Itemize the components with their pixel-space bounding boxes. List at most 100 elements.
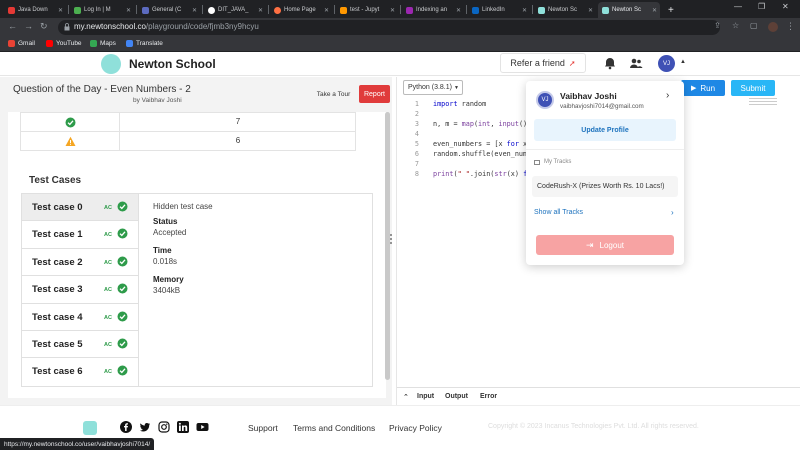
chevron-up-icon[interactable]: ⌃	[403, 393, 409, 401]
bookmark-star-icon[interactable]: ☆	[732, 21, 739, 30]
test-case-item[interactable]: Test case 2 AC	[22, 248, 138, 277]
line-number: 1	[414, 100, 419, 108]
browser-tab[interactable]: LinkedIn ✕	[468, 2, 530, 18]
tab-title: Log In | M	[84, 7, 111, 13]
editor-minimap[interactable]	[749, 98, 777, 110]
tab-output[interactable]: Output	[445, 393, 468, 400]
memory-value: 3404kB	[153, 286, 181, 295]
facebook-icon[interactable]	[120, 421, 132, 433]
browser-menu-icon[interactable]: ⋮	[786, 21, 795, 32]
track-item[interactable]: CodeRush-X (Prizes Worth Rs. 10 Lacs!)	[532, 176, 678, 197]
browser-tab[interactable]: test - Jupyt ✕	[336, 2, 398, 18]
line-number: 8	[414, 170, 419, 178]
browser-tab[interactable]: Java Down ✕	[4, 2, 66, 18]
share-icon[interactable]: ⇪	[714, 21, 721, 30]
scrollbar[interactable]	[385, 112, 390, 380]
test-case-detail: Hidden test case Status Accepted Time 0.…	[153, 202, 213, 304]
browser-profile-icon[interactable]	[768, 22, 778, 32]
take-tour-button[interactable]: Take a Tour	[312, 86, 355, 103]
language-select[interactable]: Python (3.8.1) ▼	[403, 80, 463, 95]
close-icon[interactable]: ✕	[126, 7, 131, 14]
close-icon[interactable]: ✕	[588, 7, 593, 14]
browser-tab-active[interactable]: Newton Sc ✕	[598, 2, 660, 18]
back-icon[interactable]: ←	[8, 21, 17, 31]
community-icon[interactable]	[629, 56, 643, 70]
time-value: 0.018s	[153, 257, 178, 266]
test-case-item[interactable]: Test case 5 AC	[22, 331, 138, 359]
close-icon[interactable]: ✕	[456, 7, 461, 14]
question-author: by Vaibhav Joshi	[133, 97, 182, 104]
support-link[interactable]: Support	[248, 423, 278, 433]
tab-error[interactable]: Error	[480, 393, 497, 400]
chevron-up-icon[interactable]: ▲	[680, 59, 686, 65]
update-profile-button[interactable]: Update Profile	[534, 119, 676, 141]
youtube-icon[interactable]	[196, 421, 209, 433]
close-icon[interactable]: ✕	[652, 7, 657, 14]
show-all-tracks-link[interactable]: Show all Tracks	[534, 209, 583, 216]
ac-badge: AC	[104, 342, 112, 348]
test-case-item[interactable]: Test case 0 AC	[22, 194, 138, 222]
linkedin-icon[interactable]	[177, 421, 189, 433]
tab-favicon-icon	[142, 6, 149, 14]
report-button[interactable]: Report	[359, 85, 390, 103]
browser-tab-strip: Java Down ✕ Log In | M ✕ General (C ✕ DI…	[0, 0, 800, 18]
instagram-icon[interactable]	[158, 421, 170, 433]
newton-logo-icon[interactable]	[101, 54, 121, 74]
chevron-right-icon[interactable]: ›	[671, 208, 674, 217]
refer-friend-button[interactable]: Refer a friend ➚	[500, 53, 586, 73]
maximize-icon[interactable]: ❐	[758, 2, 765, 11]
browser-tab[interactable]: General (C ✕	[138, 2, 200, 18]
copyright-text: Copyright © 2023 Incanus Technologies Pv…	[488, 423, 699, 430]
browser-tab[interactable]: Indexing an ✕	[402, 2, 464, 18]
close-icon[interactable]: ✕	[390, 7, 395, 14]
app-header: Newton School Refer a friend ➚ VJ ▲	[0, 52, 800, 76]
ac-badge: AC	[104, 287, 112, 294]
privacy-link[interactable]: Privacy Policy	[389, 423, 442, 433]
test-case-item[interactable]: Test case 6 AC	[22, 358, 138, 386]
close-icon[interactable]: ✕	[324, 7, 329, 14]
close-icon[interactable]: ✕	[58, 7, 63, 14]
close-icon[interactable]: ✕	[258, 7, 263, 14]
browser-tab[interactable]: DIT_JAVA_ ✕	[204, 2, 266, 18]
tab-title: Newton Sc	[548, 7, 578, 13]
forward-icon[interactable]: →	[24, 21, 33, 31]
ac-badge: AC	[104, 259, 112, 266]
bookmark-translate[interactable]: Translate	[126, 40, 163, 47]
test-case-item[interactable]: Test case 1 AC	[22, 221, 138, 249]
test-case-item[interactable]: Test case 4 AC	[22, 303, 138, 331]
twitter-icon[interactable]	[139, 421, 151, 433]
extension-icon[interactable]: ▢	[750, 21, 758, 30]
profile-name[interactable]: Vaibhav Joshi	[560, 91, 617, 101]
avatar[interactable]: VJ	[658, 55, 675, 72]
bookmark-youtube[interactable]: YouTube	[46, 40, 82, 47]
browser-tab[interactable]: Log In | M ✕	[70, 2, 134, 18]
url-path: /playground/code/fjmb3ny9hcyu	[145, 22, 259, 31]
minimize-icon[interactable]: —	[734, 2, 742, 11]
address-bar[interactable]: my.newtonschool.co/playground/code/fjmb3…	[58, 20, 720, 35]
test-case-list: Test case 0 AC Test case 1 AC Test case …	[22, 194, 139, 386]
browser-tab[interactable]: Home Page ✕	[270, 2, 332, 18]
code-line: print(" ".join(str(x) fo	[433, 170, 531, 178]
bookmark-gmail[interactable]: Gmail	[8, 40, 35, 47]
bell-icon[interactable]	[603, 56, 617, 70]
submit-button[interactable]: Submit	[731, 80, 775, 96]
divider	[526, 149, 684, 150]
logout-button[interactable]: ⇥ Logout	[536, 235, 674, 255]
chevron-right-icon[interactable]: ›	[666, 90, 669, 101]
close-icon[interactable]: ✕	[192, 7, 197, 14]
reload-icon[interactable]: ↻	[40, 21, 48, 32]
browser-tab[interactable]: Newton Sc ✕	[534, 2, 596, 18]
pane-resize-handle[interactable]	[388, 232, 394, 246]
newton-logo-icon[interactable]	[83, 421, 97, 435]
test-case-item[interactable]: Test case 3 AC	[22, 276, 138, 304]
tab-favicon-icon	[340, 6, 347, 14]
logo-text[interactable]: Newton School	[129, 57, 216, 71]
close-icon[interactable]: ✕	[522, 7, 527, 14]
bookmark-maps[interactable]: Maps	[90, 40, 116, 47]
close-window-icon[interactable]: ✕	[782, 2, 789, 11]
new-tab-button[interactable]: +	[664, 2, 678, 18]
check-circle-icon	[117, 228, 128, 239]
tab-input[interactable]: Input	[417, 393, 434, 400]
terms-link[interactable]: Terms and Conditions	[293, 423, 375, 433]
run-button[interactable]: ▶ Run	[681, 80, 725, 96]
